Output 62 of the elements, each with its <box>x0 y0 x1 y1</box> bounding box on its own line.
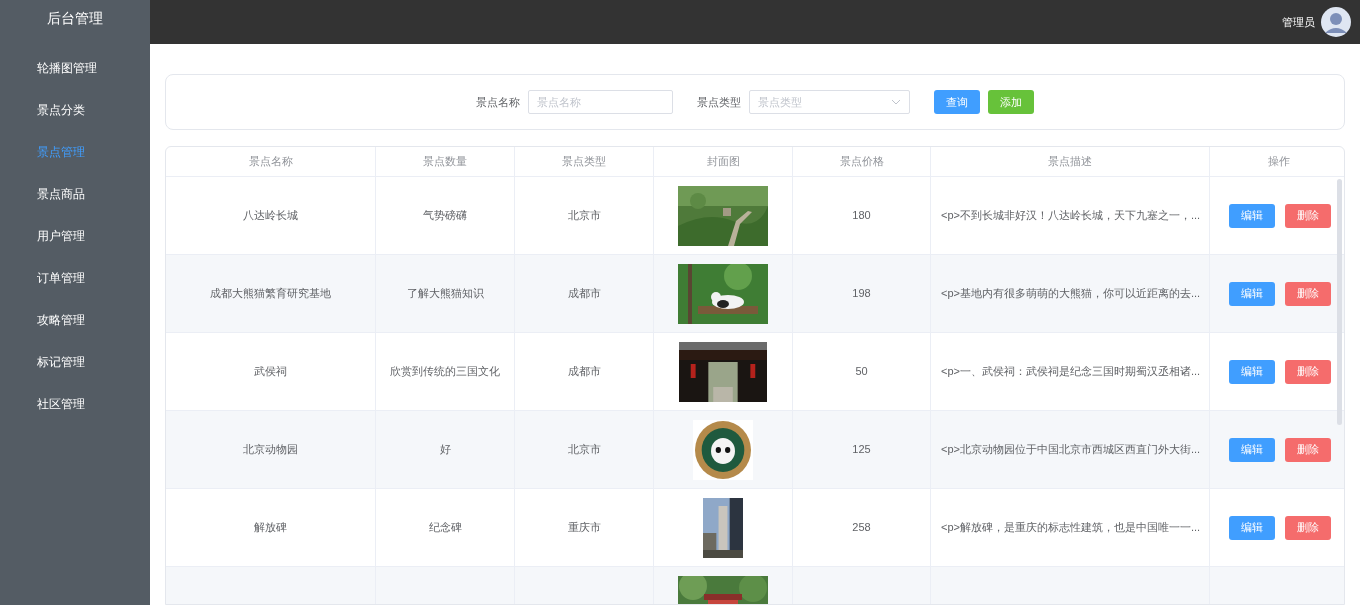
column-header: 景点类型 <box>515 147 654 176</box>
user-name: 管理员 <box>1282 14 1315 30</box>
sidebar-item[interactable]: 轮播图管理 <box>0 47 150 89</box>
sidebar-item[interactable]: 攻略管理 <box>0 299 150 341</box>
sidebar-item[interactable]: 景点分类 <box>0 89 150 131</box>
table-cell-text: 气势磅礴 <box>423 208 467 224</box>
table-cell-text: <p>基地内有很多萌萌的大熊猫，你可以近距离的去... <box>941 286 1201 302</box>
table-cell-text: 武侯祠 <box>254 364 287 380</box>
delete-button[interactable]: 删除 <box>1284 515 1331 540</box>
delete-button[interactable]: 删除 <box>1284 359 1331 384</box>
table-cell-text: 好 <box>439 442 451 458</box>
sidebar-item[interactable]: 景点管理 <box>0 131 150 173</box>
table-cell-text: 了解大熊猫知识 <box>406 286 484 302</box>
table-cell-text: 成都大熊猫繁育研究基地 <box>210 286 331 302</box>
column-header: 景点价格 <box>793 147 931 176</box>
table-cell-text: 180 <box>852 208 871 224</box>
field-label: 景点名称 <box>476 94 520 110</box>
table-cell-text: <p>北京动物园位于中国北京市西城区西直门外大街... <box>941 442 1201 458</box>
column-header: 封面图 <box>654 147 793 176</box>
table-cell-text: 重庆市 <box>567 520 601 536</box>
type-select[interactable]: 景点类型 <box>749 90 910 114</box>
sidebar-item[interactable]: 订单管理 <box>0 257 150 299</box>
delete-button[interactable]: 删除 <box>1284 437 1331 462</box>
edit-button[interactable]: 编辑 <box>1228 281 1275 306</box>
column-header: 景点名称 <box>166 147 376 176</box>
delete-button[interactable]: 删除 <box>1284 281 1331 306</box>
sidebar-item[interactable]: 景点商品 <box>0 173 150 215</box>
edit-button[interactable]: 编辑 <box>1228 359 1275 384</box>
edit-button[interactable]: 编辑 <box>1228 515 1275 540</box>
scrollbar[interactable] <box>1337 179 1342 425</box>
column-header: 景点描述 <box>931 147 1210 176</box>
sidebar-item[interactable]: 用户管理 <box>0 215 150 257</box>
table-cell-text: 198 <box>852 286 871 302</box>
edit-button[interactable]: 编辑 <box>1228 437 1275 462</box>
avatar-icon[interactable] <box>1321 7 1351 37</box>
sidebar-title: 后台管理 <box>46 8 104 28</box>
table-cell-text: 八达岭长城 <box>243 208 298 224</box>
name-input-field[interactable]: 景点名称 <box>528 90 673 114</box>
column-header: 景点数量 <box>376 147 515 176</box>
field-label: 景点类型 <box>697 94 741 110</box>
table-cell-text: 50 <box>855 364 868 380</box>
table-cell-text: 北京动物园 <box>243 442 298 458</box>
table-cell-text: <p>解放碑，是重庆的标志性建筑，也是中国唯一一... <box>941 520 1201 536</box>
column-header: 操作 <box>1210 147 1344 176</box>
table-cell-text: 欣赏到传统的三国文化 <box>390 364 500 380</box>
add-button[interactable]: 添加 <box>988 90 1034 114</box>
table-cell-text: 北京市 <box>567 208 601 224</box>
table-cell-text: 解放碑 <box>254 520 287 536</box>
query-button[interactable]: 查询 <box>934 90 980 114</box>
table-cell-text: 成都市 <box>567 286 601 302</box>
table-cell-text: 125 <box>852 442 871 458</box>
table-cell-text: 北京市 <box>567 442 601 458</box>
delete-button[interactable]: 删除 <box>1284 203 1331 228</box>
table-cell-text: <p>不到长城非好汉！八达岭长城，天下九塞之一，... <box>941 208 1201 224</box>
sidebar-item[interactable]: 社区管理 <box>0 383 150 425</box>
chevron-down-icon <box>891 99 901 105</box>
table-cell-text: 纪念碑 <box>428 520 462 536</box>
table-cell-text: 成都市 <box>567 364 601 380</box>
table-cell-text: 258 <box>852 520 871 536</box>
table-cell-text: <p>一、武侯祠：武侯祠是纪念三国时期蜀汉丞相诸... <box>941 364 1201 380</box>
sidebar-item[interactable]: 标记管理 <box>0 341 150 383</box>
edit-button[interactable]: 编辑 <box>1228 203 1275 228</box>
